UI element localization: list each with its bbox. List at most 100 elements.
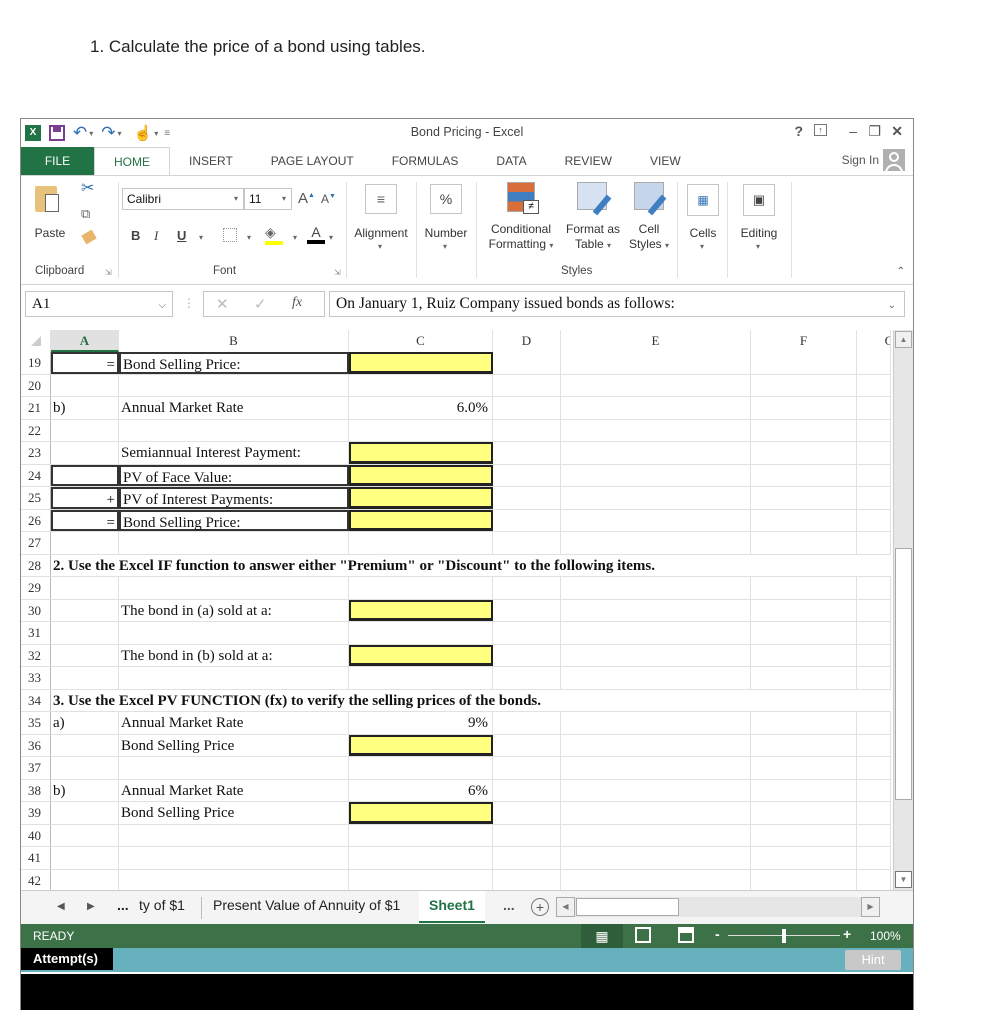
cell-a39[interactable]	[51, 802, 119, 824]
cancel-icon[interactable]: ✕	[216, 295, 229, 313]
row-header[interactable]: 38	[21, 779, 51, 801]
cell-b38[interactable]: Annual Market Rate	[119, 779, 349, 801]
cell-f35[interactable]	[751, 712, 857, 734]
row-header[interactable]: 42	[21, 869, 51, 890]
zoom-out-button[interactable]: -	[715, 926, 720, 942]
cell-d32[interactable]	[493, 644, 561, 666]
cell-g39[interactable]	[857, 802, 891, 824]
tab-data[interactable]: DATA	[477, 147, 545, 175]
cell-d33[interactable]	[493, 667, 561, 689]
cell-a29[interactable]	[51, 577, 119, 599]
row-header[interactable]: 23	[21, 442, 51, 464]
fill-color-dropdown-icon[interactable]: ▾	[293, 233, 297, 242]
font-name-select[interactable]: Calibri ▾	[122, 188, 244, 210]
cell-d38[interactable]	[493, 779, 561, 801]
insert-function-icon[interactable]: fx	[292, 295, 302, 311]
editing-button[interactable]: ▣ Editing ▾	[731, 182, 787, 262]
cell-a41[interactable]	[51, 847, 119, 869]
zoom-slider-thumb[interactable]	[782, 929, 786, 943]
row-header[interactable]: 40	[21, 824, 51, 846]
cell-e19[interactable]	[561, 352, 751, 374]
cell-c41[interactable]	[349, 847, 493, 869]
cell-e29[interactable]	[561, 577, 751, 599]
cell-a34[interactable]: 3. Use the Excel PV FUNCTION (fx) to ver…	[51, 690, 871, 712]
cell-e20[interactable]	[561, 374, 751, 396]
cell-f26[interactable]	[751, 509, 857, 531]
cell-d21[interactable]	[493, 397, 561, 419]
cell-g23[interactable]	[857, 442, 891, 464]
cell-d27[interactable]	[493, 532, 561, 554]
cell-c38[interactable]: 6%	[349, 779, 493, 801]
cell-g37[interactable]	[857, 757, 891, 779]
cell-d24[interactable]	[493, 464, 561, 486]
cell-b33[interactable]	[119, 667, 349, 689]
row-header[interactable]: 27	[21, 532, 51, 554]
underline-dropdown-icon[interactable]: ▾	[199, 233, 203, 242]
cell-g35[interactable]	[857, 712, 891, 734]
row-header[interactable]: 35	[21, 712, 51, 734]
cell-b30[interactable]: The bond in (a) sold at a:	[119, 599, 349, 621]
answer-input-c39[interactable]	[349, 802, 493, 824]
cell-g27[interactable]	[857, 532, 891, 554]
cell-e36[interactable]	[561, 734, 751, 756]
cell-e30[interactable]	[561, 599, 751, 621]
cell-b29[interactable]	[119, 577, 349, 599]
cell-a19[interactable]: =	[51, 352, 119, 374]
new-sheet-icon[interactable]: +	[531, 898, 549, 916]
cell-f29[interactable]	[751, 577, 857, 599]
cell-d40[interactable]	[493, 824, 561, 846]
cell-b40[interactable]	[119, 824, 349, 846]
answer-input-c36[interactable]	[349, 734, 493, 756]
ribbon-display-options-icon[interactable]: ↑	[814, 124, 827, 136]
row-header[interactable]: 24	[21, 464, 51, 486]
cell-c42[interactable]	[349, 869, 493, 890]
cell-g19[interactable]	[857, 352, 891, 374]
cell-a36[interactable]	[51, 734, 119, 756]
cell-g20[interactable]	[857, 374, 891, 396]
column-header-f[interactable]: F	[751, 330, 857, 352]
cell-g30[interactable]	[857, 599, 891, 621]
font-launcher-icon[interactable]: ⇲	[334, 268, 341, 277]
cell-f25[interactable]	[751, 487, 857, 509]
cell-g26[interactable]	[857, 509, 891, 531]
cell-f23[interactable]	[751, 442, 857, 464]
cell-f24[interactable]	[751, 464, 857, 486]
cut-icon[interactable]: ✂	[81, 178, 94, 198]
font-color-icon[interactable]: A	[307, 224, 325, 244]
row-header[interactable]: 37	[21, 757, 51, 779]
tab-insert[interactable]: INSERT	[170, 147, 252, 175]
cell-c33[interactable]	[349, 667, 493, 689]
cell-a22[interactable]	[51, 419, 119, 441]
cell-f19[interactable]	[751, 352, 857, 374]
cell-e38[interactable]	[561, 779, 751, 801]
cell-d31[interactable]	[493, 622, 561, 644]
cell-e35[interactable]	[561, 712, 751, 734]
row-header[interactable]: 26	[21, 509, 51, 531]
cell-d41[interactable]	[493, 847, 561, 869]
cell-e31[interactable]	[561, 622, 751, 644]
cell-f22[interactable]	[751, 419, 857, 441]
cell-c20[interactable]	[349, 374, 493, 396]
cell-d25[interactable]	[493, 487, 561, 509]
row-header[interactable]: 19	[21, 352, 51, 374]
cell-c40[interactable]	[349, 824, 493, 846]
cell-e32[interactable]	[561, 644, 751, 666]
number-button[interactable]: % Number ▾	[419, 182, 473, 262]
scroll-down-icon[interactable]: ▼	[895, 871, 912, 888]
cell-d36[interactable]	[493, 734, 561, 756]
cell-g38[interactable]	[857, 779, 891, 801]
cell-g36[interactable]	[857, 734, 891, 756]
tab-view[interactable]: VIEW	[631, 147, 700, 175]
answer-input-c23[interactable]	[349, 442, 493, 464]
next-sheet-icon[interactable]: ▶	[87, 901, 95, 912]
cell-g22[interactable]	[857, 419, 891, 441]
cell-c35[interactable]: 9%	[349, 712, 493, 734]
format-as-table-button[interactable]: Format as Table ▾	[563, 180, 623, 260]
row-header[interactable]: 33	[21, 667, 51, 689]
zoom-in-button[interactable]: +	[843, 926, 851, 942]
row-header[interactable]: 36	[21, 734, 51, 756]
underline-button[interactable]: U	[177, 228, 186, 243]
cell-c21[interactable]: 6.0%	[349, 397, 493, 419]
scroll-thumb[interactable]	[895, 548, 912, 800]
row-header[interactable]: 25	[21, 487, 51, 509]
